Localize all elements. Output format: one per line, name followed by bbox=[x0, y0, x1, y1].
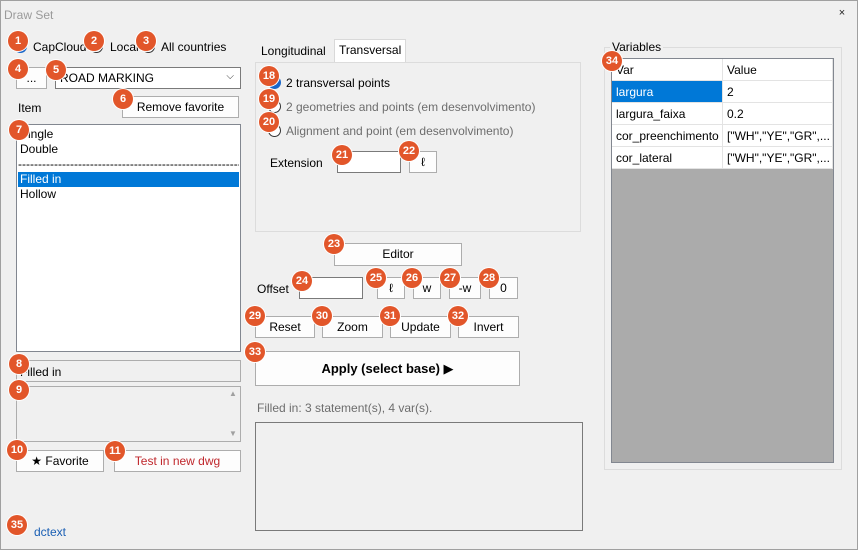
status-text: Filled in: 3 statement(s), 4 var(s). bbox=[257, 401, 433, 415]
annotation-badge: 30 bbox=[312, 306, 332, 326]
offset-label: Offset bbox=[257, 282, 289, 296]
annotation-badge: 10 bbox=[7, 440, 27, 460]
extension-label: Extension bbox=[270, 156, 323, 170]
radio-capcloud-label: CapCloud bbox=[33, 40, 87, 54]
list-item-filled-in[interactable]: Filled in bbox=[18, 172, 239, 187]
grid-cell-value[interactable]: 0.2 bbox=[723, 103, 833, 125]
output-box[interactable] bbox=[255, 422, 583, 531]
dctext-link[interactable]: dctext bbox=[34, 525, 66, 539]
scroll-up-icon[interactable]: ▲ bbox=[229, 389, 237, 398]
annotation-badge: 24 bbox=[292, 271, 312, 291]
list-item-hollow[interactable]: Hollow bbox=[18, 187, 239, 202]
grid-header-value[interactable]: Value bbox=[723, 59, 833, 81]
annotation-badge: 8 bbox=[9, 354, 29, 374]
annotation-badge: 11 bbox=[105, 441, 125, 461]
apply-button[interactable]: Apply (select base) ▶ bbox=[255, 351, 520, 386]
annotation-badge: 9 bbox=[9, 380, 29, 400]
radio-local-label: Local bbox=[110, 40, 139, 54]
annotation-badge: 4 bbox=[8, 59, 28, 79]
annotation-badge: 28 bbox=[479, 268, 499, 288]
annotation-badge: 19 bbox=[259, 89, 279, 109]
radio-all-countries-label: All countries bbox=[161, 40, 227, 54]
annotation-badge: 34 bbox=[602, 51, 622, 71]
tab-longitudinal[interactable]: Longitudinal bbox=[257, 42, 330, 63]
annotation-badge: 33 bbox=[245, 342, 265, 362]
item-list[interactable]: Single Double --------------------------… bbox=[16, 124, 241, 352]
radio-2-transversal-points-label: 2 transversal points bbox=[286, 76, 391, 90]
annotation-badge: 27 bbox=[440, 268, 460, 288]
annotation-badge: 20 bbox=[259, 112, 279, 132]
grid-cell-var[interactable]: largura_faixa bbox=[612, 103, 723, 125]
radio-alignment-point-label: Alignment and point (em desenvolvimento) bbox=[286, 124, 514, 138]
list-item-single[interactable]: Single bbox=[18, 127, 239, 142]
annotation-badge: 1 bbox=[8, 31, 28, 51]
grid-cell-value[interactable]: 2 bbox=[723, 81, 833, 103]
annotation-badge: 23 bbox=[324, 234, 344, 254]
grid-cell-var[interactable]: cor_lateral bbox=[612, 147, 723, 169]
selected-item-field: Filled in bbox=[16, 360, 241, 382]
annotation-badge: 26 bbox=[402, 268, 422, 288]
annotation-badge: 25 bbox=[366, 268, 386, 288]
annotation-badge: 29 bbox=[245, 306, 265, 326]
annotation-badge: 2 bbox=[84, 31, 104, 51]
item-label: Item bbox=[18, 101, 42, 115]
variables-grid[interactable]: Var Value largura 2 largura_faixa 0.2 co… bbox=[611, 58, 834, 463]
grid-cell-var[interactable]: largura bbox=[612, 81, 723, 103]
favorite-button[interactable]: ★ Favorite bbox=[16, 450, 104, 472]
annotation-badge: 22 bbox=[399, 141, 419, 161]
test-new-dwg-button[interactable]: Test in new dwg bbox=[114, 450, 241, 472]
annotation-badge: 32 bbox=[448, 306, 468, 326]
radio-2-geometries-label: 2 geometries and points (em desenvolvime… bbox=[286, 100, 536, 114]
grid-cell-var[interactable]: cor_preenchimento bbox=[612, 125, 723, 147]
annotation-badge: 21 bbox=[332, 145, 352, 165]
title-bar bbox=[1, 1, 857, 29]
annotation-badge: 31 bbox=[380, 306, 400, 326]
grid-header-var[interactable]: Var bbox=[612, 59, 723, 81]
category-select[interactable]: ROAD MARKING ⌵ bbox=[55, 67, 241, 89]
annotation-badge: 7 bbox=[9, 120, 29, 140]
grid-cell-value[interactable]: ["WH","YE","GR",... bbox=[723, 147, 833, 169]
annotation-badge: 6 bbox=[113, 89, 133, 109]
variables-group-label: Variables bbox=[610, 40, 664, 54]
remove-favorite-button[interactable]: Remove favorite bbox=[122, 96, 239, 118]
annotation-badge: 18 bbox=[259, 66, 279, 86]
annotation-badge: 35 bbox=[7, 515, 27, 535]
window-title: Draw Set bbox=[4, 8, 54, 22]
tab-transversal[interactable]: Transversal bbox=[334, 39, 407, 63]
annotation-badge: 3 bbox=[136, 31, 156, 51]
close-icon[interactable]: × bbox=[836, 7, 848, 19]
annotation-badge: 5 bbox=[46, 60, 66, 80]
list-item-double[interactable]: Double bbox=[18, 142, 239, 157]
list-separator: ----------------------------------------… bbox=[18, 157, 239, 171]
editor-button[interactable]: Editor bbox=[334, 243, 462, 266]
grid-cell-value[interactable]: ["WH","YE","GR",... bbox=[723, 125, 833, 147]
category-select-value: ROAD MARKING bbox=[60, 71, 155, 85]
description-box[interactable]: ▲ ▼ bbox=[16, 386, 241, 442]
chevron-down-icon: ⌵ bbox=[226, 71, 234, 82]
scroll-down-icon[interactable]: ▼ bbox=[229, 429, 237, 438]
